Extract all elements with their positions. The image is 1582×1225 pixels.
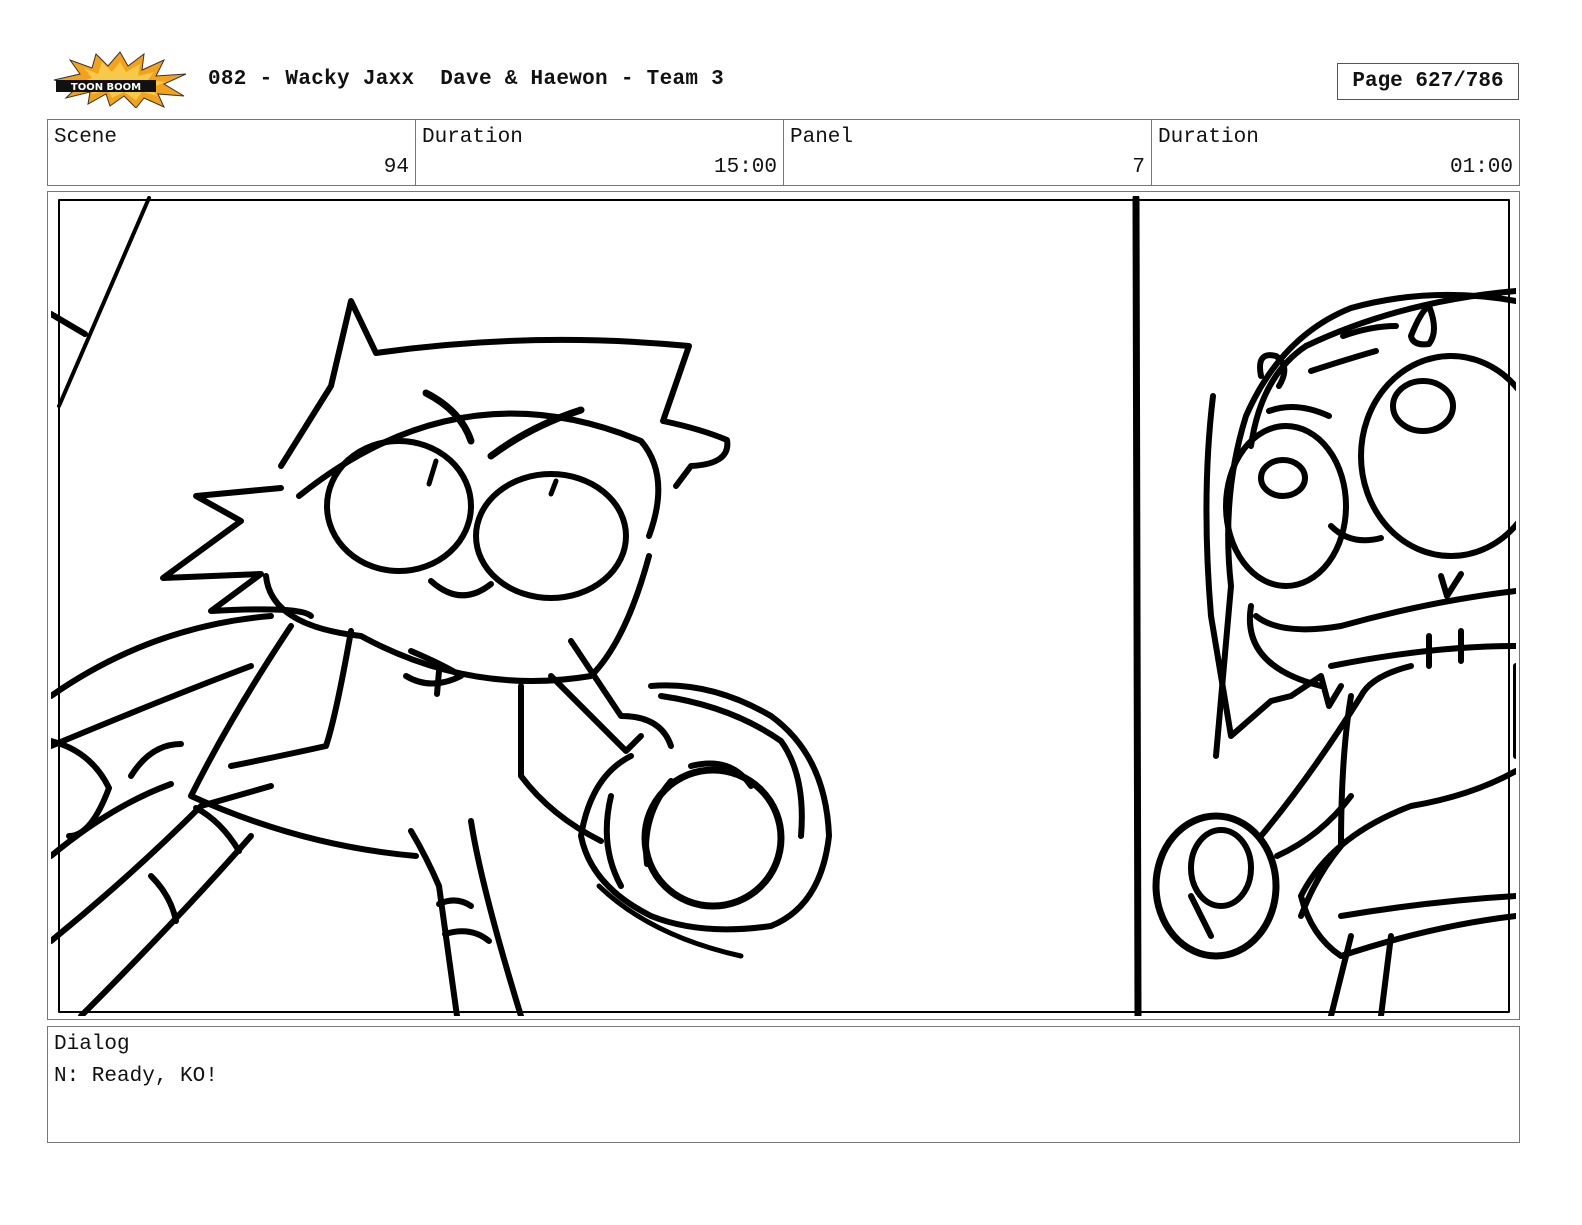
scene-label: Scene bbox=[54, 126, 118, 149]
panel-value: 7 bbox=[1132, 156, 1145, 179]
toonboom-logo: TOON BOOM bbox=[53, 51, 187, 108]
panel-label: Panel bbox=[790, 126, 854, 149]
dialog-text: N: Ready, KO! bbox=[54, 1065, 218, 1088]
scene-value: 94 bbox=[383, 156, 409, 179]
scene-info-row: Scene 94 Duration 15:00 Panel 7 Duration… bbox=[47, 119, 1520, 186]
scene-duration-cell: Duration 15:00 bbox=[416, 120, 784, 185]
panel-duration-label: Duration bbox=[1158, 126, 1259, 149]
left-character bbox=[51, 196, 832, 1016]
page-counter-label: Page 627/786 bbox=[1352, 70, 1504, 93]
right-character bbox=[1152, 288, 1516, 1016]
storyboard-title: 082 - Wacky Jaxx Dave & Haewon - Team 3 bbox=[208, 68, 725, 91]
scene-cell: Scene 94 bbox=[48, 120, 416, 185]
dialog-label: Dialog bbox=[54, 1033, 130, 1056]
dialog-box: Dialog N: Ready, KO! bbox=[47, 1026, 1520, 1143]
scene-duration-value: 15:00 bbox=[713, 156, 777, 179]
split-line bbox=[1132, 196, 1142, 1016]
scene-duration-label: Duration bbox=[422, 126, 523, 149]
page-counter: Page 627/786 bbox=[1337, 63, 1519, 100]
storyboard-sketch bbox=[51, 196, 1516, 1016]
panel-cell: Panel 7 bbox=[784, 120, 1152, 185]
panel-duration-cell: Duration 01:00 bbox=[1152, 120, 1519, 185]
logo-text: TOON BOOM bbox=[71, 82, 141, 93]
panel-duration-value: 01:00 bbox=[1449, 156, 1513, 179]
